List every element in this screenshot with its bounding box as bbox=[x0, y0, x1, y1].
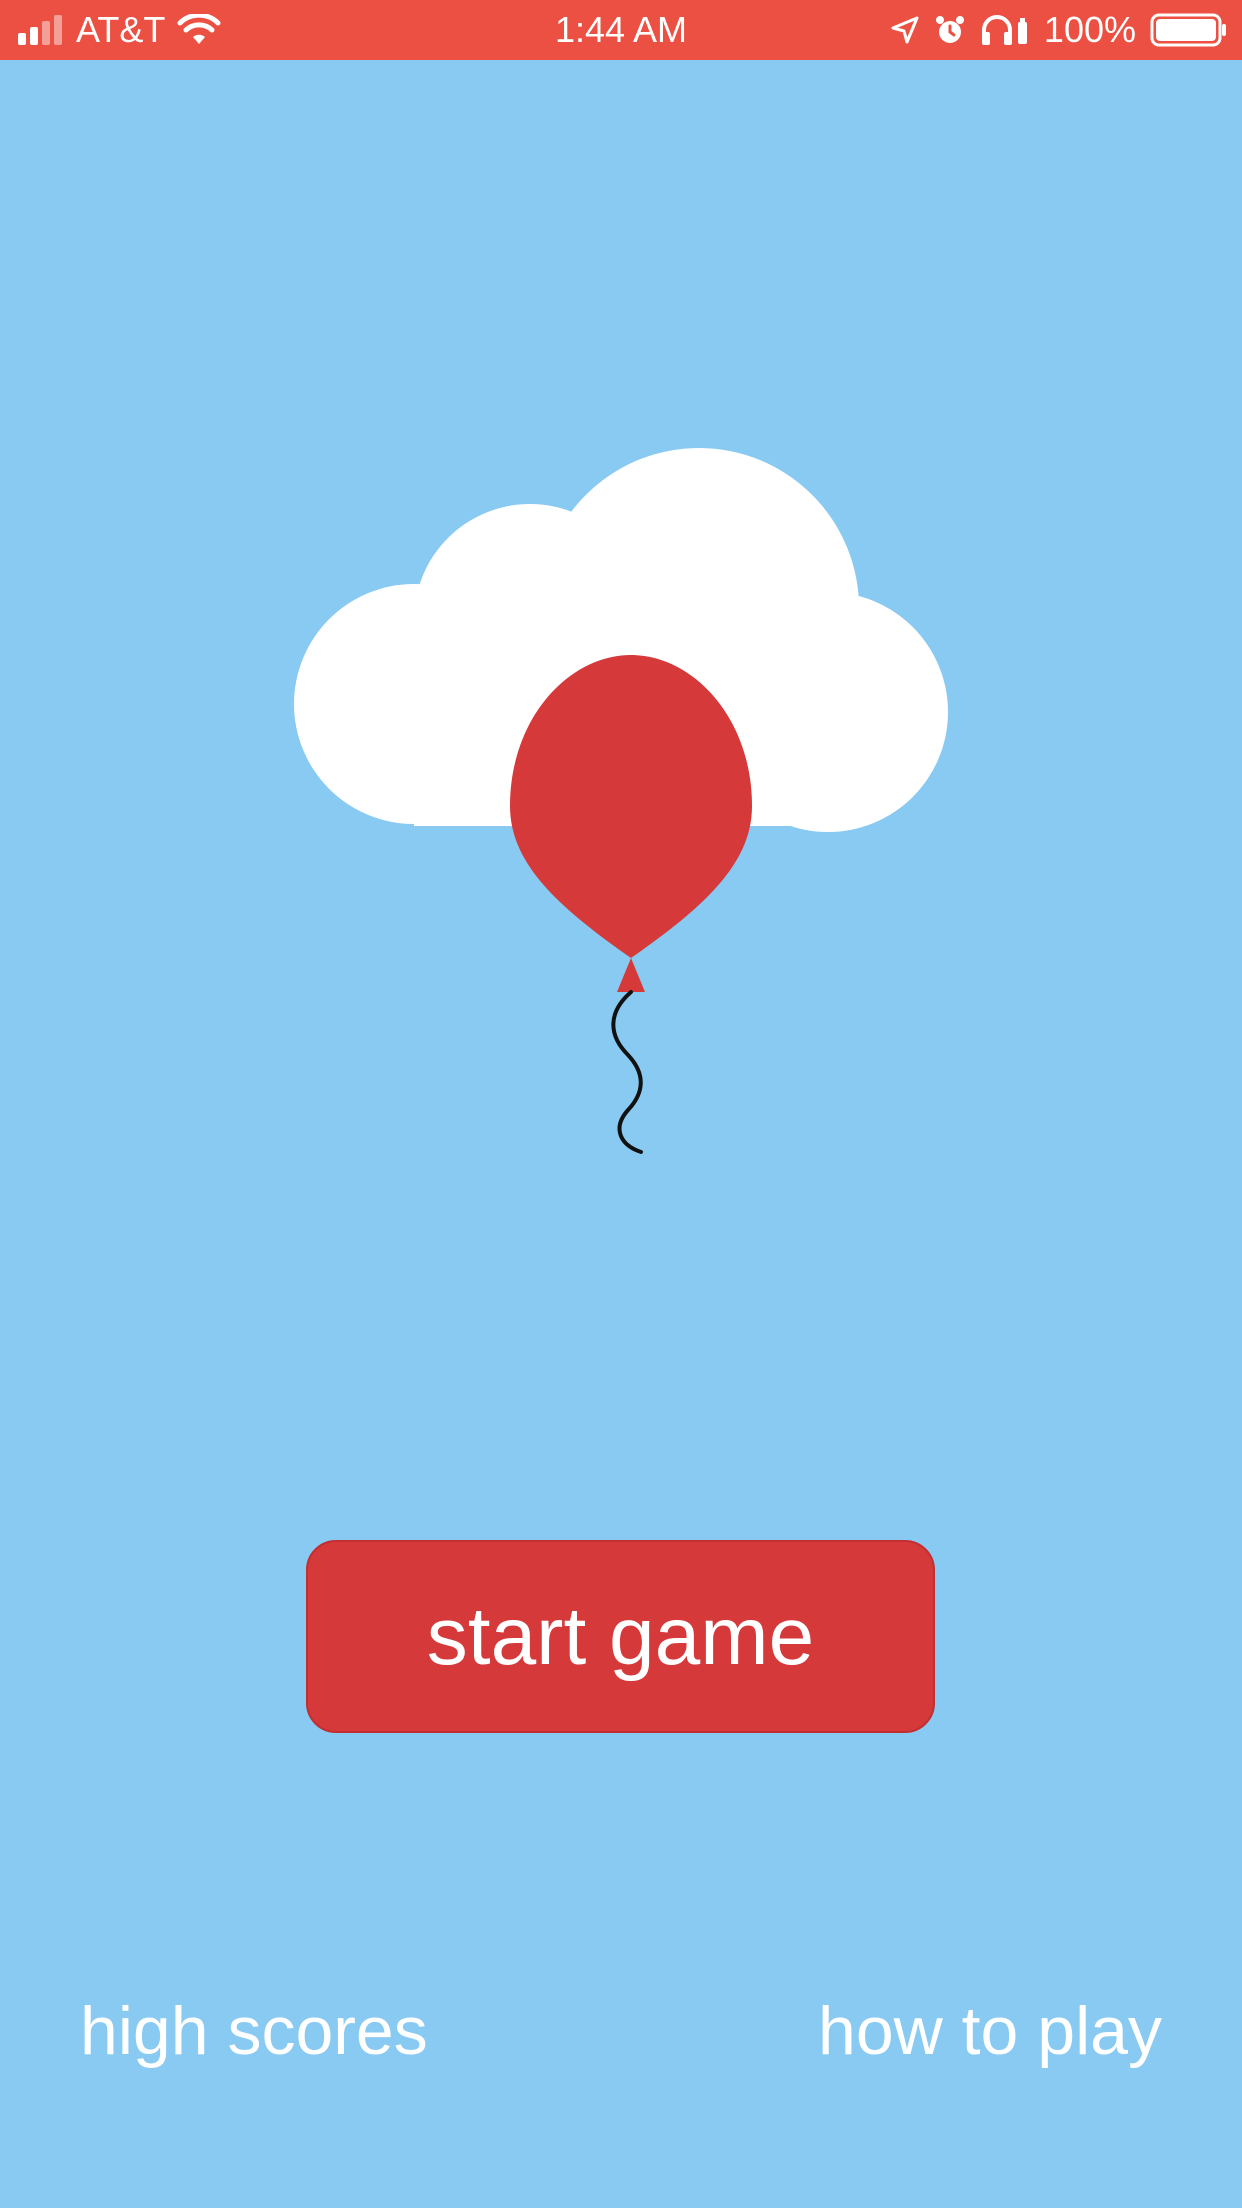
how-to-play-link[interactable]: how to play bbox=[818, 1992, 1162, 2070]
illustration bbox=[294, 448, 948, 1154]
start-game-button[interactable]: start game bbox=[306, 1540, 935, 1733]
balloon-string bbox=[611, 990, 643, 1154]
high-scores-link[interactable]: high scores bbox=[80, 1992, 428, 2070]
balloon-icon bbox=[510, 655, 752, 1154]
